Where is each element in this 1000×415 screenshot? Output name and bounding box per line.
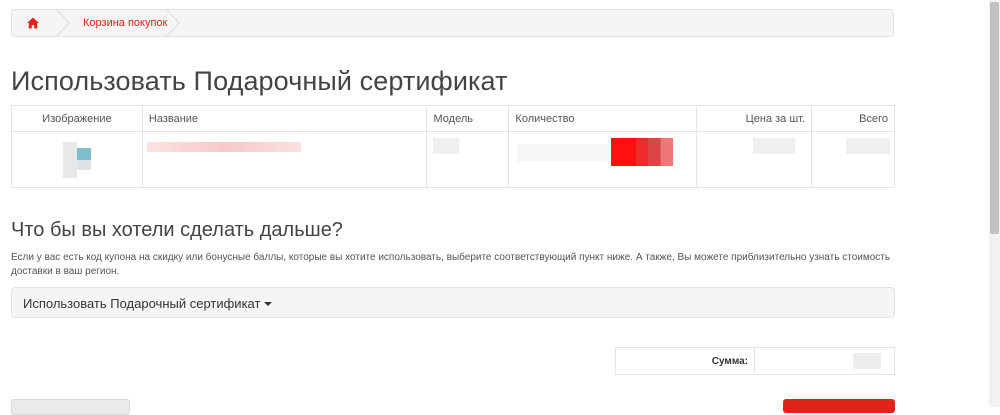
totals-table: Сумма: — [615, 347, 895, 375]
product-thumbnail[interactable] — [63, 142, 91, 178]
total-value — [846, 138, 891, 154]
caret-down-icon — [264, 302, 273, 306]
next-steps-title: Что бы вы хотели сделать дальше? — [11, 219, 343, 241]
unit-price-value — [753, 138, 796, 154]
cart-table-header-row: Изображение Название Модель Количество Ц… — [11, 105, 895, 132]
breadcrumb-separator-icon — [56, 10, 70, 36]
continue-shopping-button[interactable] — [11, 399, 130, 415]
header-image: Изображение — [11, 105, 143, 132]
next-steps-info: Если у вас есть код купона на скидку или… — [11, 252, 891, 277]
header-model: Модель — [426, 105, 510, 132]
product-name-link[interactable] — [146, 142, 301, 152]
gift-certificate-label: Использовать Подарочный сертификат — [23, 296, 261, 311]
product-name-cell — [141, 131, 428, 188]
breadcrumb-separator-icon — [166, 10, 180, 36]
header-name: Название — [141, 105, 428, 132]
sum-label: Сумма: — [615, 347, 755, 375]
product-image-cell — [11, 131, 143, 188]
quantity-update-button[interactable] — [611, 138, 674, 166]
product-unit-price-cell — [696, 131, 813, 188]
breadcrumb-link-cart[interactable]: Корзина покупок — [83, 17, 167, 29]
header-total: Всего — [811, 105, 895, 132]
scrollbar-thumb[interactable] — [990, 2, 999, 234]
totals-row: Сумма: — [615, 347, 895, 375]
model-value — [433, 138, 460, 154]
breadcrumb: Корзина покупок — [11, 9, 894, 37]
quantity-input[interactable] — [517, 144, 610, 162]
product-model-cell — [426, 131, 510, 188]
product-quantity-cell — [508, 131, 698, 188]
sum-value — [754, 347, 895, 375]
gift-certificate-panel[interactable]: Использовать Подарочный сертификат — [11, 287, 895, 318]
checkout-button[interactable] — [783, 399, 895, 413]
header-quantity: Количество — [508, 105, 698, 132]
page-title: Использовать Подарочный сертификат — [11, 66, 508, 96]
gift-certificate-toggle[interactable]: Использовать Подарочный сертификат — [23, 296, 273, 311]
cart-table: Изображение Название Модель Количество Ц… — [11, 105, 895, 188]
product-total-cell — [811, 131, 895, 188]
table-row — [11, 131, 895, 188]
home-icon[interactable] — [26, 16, 40, 30]
header-unit-price: Цена за шт. — [696, 105, 813, 132]
